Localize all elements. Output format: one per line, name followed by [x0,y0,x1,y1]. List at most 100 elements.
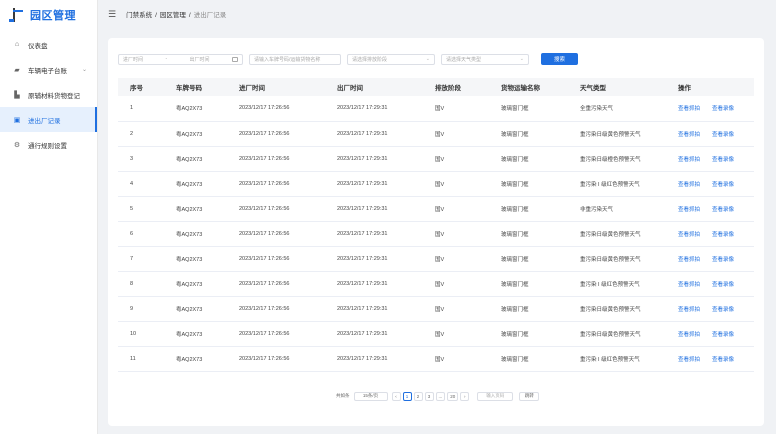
view-video-link[interactable]: 查看录像 [712,182,734,188]
cell-exit-time: 2023/12/17 17:29:31 [337,230,388,237]
search-button[interactable]: 搜索 [541,53,578,65]
column-header: 操作 [678,85,691,92]
emission-stage-placeholder: 请选择排放阶段 [352,56,388,63]
view-video-link[interactable]: 查看录像 [712,332,734,338]
view-video-link[interactable]: 查看录像 [712,257,734,263]
cell-weather: 重污染 I 级红色预警天气 [580,181,640,188]
cell-emission-stage: 国V [435,331,445,338]
cell-goods: 玻璃窗门框 [501,331,529,338]
page-size-select[interactable]: 15条/页 [353,391,388,401]
view-snapshot-link[interactable]: 查看抓拍 [678,106,700,112]
view-snapshot-link[interactable]: 查看抓拍 [678,132,700,138]
view-snapshot-link[interactable]: 查看抓拍 [678,282,700,288]
sidebar-item-label: 原辅材料货物登记 [28,92,80,100]
cell-entry-time: 2023/12/17 17:26:56 [239,305,290,312]
sidebar-item-label: 通行规则设置 [28,142,67,150]
view-video-link[interactable]: 查看录像 [712,282,734,288]
cell-weather: 重污染日级黄色预警天气 [580,331,641,338]
cell-index: 8 [130,280,134,287]
view-video-link[interactable]: 查看录像 [712,357,734,363]
calendar-icon [231,56,238,62]
table-row: 2 粤AQ2X73 2023/12/17 17:26:56 2023/12/17 17… [118,121,754,146]
cell-exit-time: 2023/12/17 17:29:31 [337,255,388,262]
page-button[interactable]: 1 [402,391,412,401]
view-video-link[interactable]: 查看录像 [712,232,734,238]
menu-toggle-icon[interactable]: ☰ [108,9,116,20]
table-row: 11 粤AQ2X73 2023/12/17 17:26:56 2023/12/17 1… [118,346,754,371]
cell-weather: 重污染日级黄色预警天气 [580,131,641,138]
cell-emission-stage: 国V [435,131,445,138]
cell-index: 7 [130,255,134,262]
sidebar-item-dashboard[interactable]: ⌂ 仪表盘 [0,32,97,57]
cell-index: 2 [130,130,134,137]
cell-actions: 查看抓拍 查看录像 [666,196,754,221]
view-snapshot-link[interactable]: 查看抓拍 [678,307,700,313]
cell-emission-stage: 国V [435,356,445,363]
page-button[interactable]: 20 [447,391,459,401]
cell-plate: 粤AQ2X73 [176,156,203,163]
view-video-link[interactable]: 查看录像 [712,207,734,213]
app-logo: 园区管理 [0,0,97,30]
cell-actions: 查看抓拍 查看录像 [666,121,754,146]
breadcrumb-item[interactable]: 门禁系统 [126,12,152,19]
breadcrumb-item[interactable]: 园区管理 [160,12,186,19]
sidebar-item-access-rules[interactable]: ⚙ 通行规则设置 [0,132,97,157]
end-time-placeholder: 出厂时间 [189,56,210,63]
cell-weather: 重污染 I 级红色预警天气 [580,281,640,288]
page-ellipsis[interactable]: ... [435,391,446,401]
next-page-button[interactable]: › [460,391,470,401]
home-icon: ⌂ [14,41,20,48]
emission-stage-select[interactable]: 请选择排放阶段 ⌄ [347,53,435,65]
view-snapshot-link[interactable]: 查看抓拍 [678,182,700,188]
cell-plate: 粤AQ2X73 [176,131,203,138]
prev-page-button[interactable]: ‹ [391,391,401,401]
cell-index: 6 [130,230,134,237]
view-video-link[interactable]: 查看录像 [712,106,734,112]
breadcrumb-current: 进出厂记录 [193,12,227,19]
table-row: 9 粤AQ2X73 2023/12/17 17:26:56 2023/12/17 17… [118,296,754,321]
sidebar-item-material-registry[interactable]: ▙ 原辅材料货物登记 [0,82,97,107]
sidebar-item-vehicle-ledger[interactable]: ▰ 车辆电子台账 ⌄ [0,57,97,82]
sidebar-item-entry-exit-records[interactable]: ▣ 进出厂记录 [0,107,97,132]
cell-weather: 重污染日级橙色预警天气 [580,156,641,163]
cell-entry-time: 2023/12/17 17:26:56 [239,355,290,362]
date-range-picker[interactable]: 进厂时间 - 出厂时间 [118,53,243,65]
view-snapshot-link[interactable]: 查看抓拍 [678,157,700,163]
cell-goods: 玻璃窗门框 [501,356,529,363]
cell-exit-time: 2023/12/17 17:29:31 [337,330,388,337]
view-video-link[interactable]: 查看录像 [712,132,734,138]
view-snapshot-link[interactable]: 查看抓拍 [678,332,700,338]
view-video-link[interactable]: 查看录像 [712,157,734,163]
table-row: 6 粤AQ2X73 2023/12/17 17:26:56 2023/12/17 17… [118,221,754,246]
table-row: 7 粤AQ2X73 2023/12/17 17:26:56 2023/12/17 17… [118,246,754,271]
cell-plate: 粤AQ2X73 [176,181,203,188]
jump-button[interactable]: 跳转 [519,391,540,401]
cell-exit-time: 2023/12/17 17:29:31 [337,355,388,362]
cell-exit-time: 2023/12/17 17:29:31 [337,180,388,187]
view-snapshot-link[interactable]: 查看抓拍 [678,232,700,238]
gear-icon: ⚙ [13,141,21,149]
page-button[interactable]: 2 [413,391,423,401]
plate-search-placeholder: 请输入车牌号码/运输货物名称 [254,56,321,63]
cell-actions: 查看抓拍 查看录像 [666,96,754,121]
cell-weather: 重污染 I 级红色预警天气 [580,356,640,363]
plate-search-input[interactable]: 请输入车牌号码/运输货物名称 [249,53,341,65]
cell-actions: 查看抓拍 查看录像 [666,221,754,246]
cell-actions: 查看抓拍 查看录像 [666,171,754,196]
cell-goods: 玻璃窗门框 [501,256,529,263]
view-snapshot-link[interactable]: 查看抓拍 [678,207,700,213]
view-snapshot-link[interactable]: 查看抓拍 [678,257,700,263]
cell-goods: 玻璃窗门框 [501,156,529,163]
view-snapshot-link[interactable]: 查看抓拍 [678,357,700,363]
cell-actions: 查看抓拍 查看录像 [666,296,754,321]
cell-actions: 查看抓拍 查看录像 [666,146,754,171]
cell-weather: 重污染日级黄色预警天气 [580,231,641,238]
table-row: 1 粤AQ2X73 2023/12/17 17:26:56 2023/12/17 17… [118,96,754,121]
view-video-link[interactable]: 查看录像 [712,307,734,313]
page-button[interactable]: 3 [424,391,434,401]
page-jump-input[interactable]: 输入页码 [477,391,514,401]
content-card: 进厂时间 - 出厂时间 请输入车牌号码/运输货物名称 请选择排放阶段 ⌄ 请选择… [108,38,764,426]
weather-type-select[interactable]: 请选择天气类型 ⌄ [441,53,529,65]
cell-emission-stage: 国V [435,181,445,188]
cell-goods: 玻璃窗门框 [501,131,529,138]
